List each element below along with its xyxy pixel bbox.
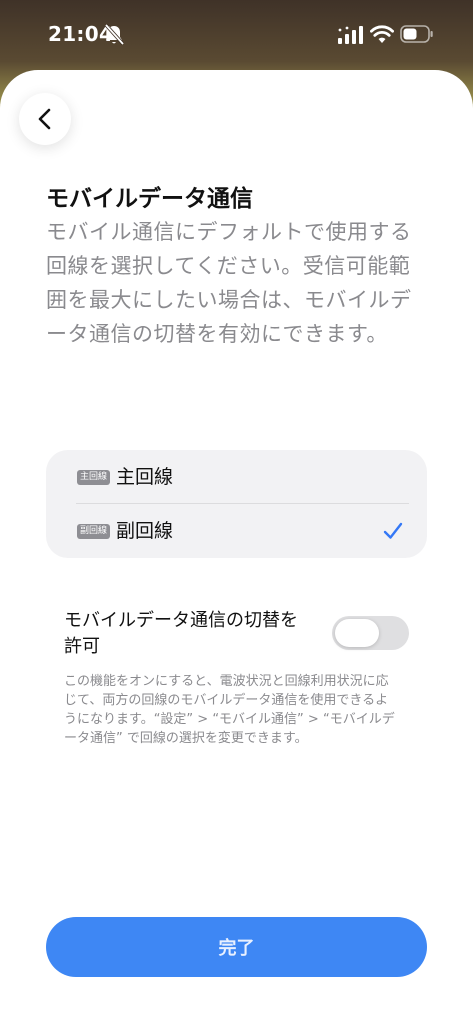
back-button[interactable]: [19, 93, 71, 145]
line-badge: 主回線: [77, 470, 111, 485]
status-bar: 21:04: [0, 0, 473, 70]
data-switching-toggle[interactable]: [332, 616, 409, 650]
line-label: 副回線: [116, 520, 174, 542]
line-option-secondary[interactable]: 副回線 副回線: [46, 504, 427, 558]
mute-bell-icon: [104, 24, 124, 46]
page-title: モバイルデータ通信: [46, 186, 253, 212]
line-badge: 副回線: [77, 524, 111, 539]
chevron-left-icon: [38, 108, 51, 130]
data-switching-label: モバイルデータ通信の切替を許可: [64, 610, 298, 657]
checkmark-icon: [383, 522, 403, 539]
data-switching-note: この機能をオンにすると、電波状況と回線利用状況に応じて、両方の回線のモバイルデー…: [64, 674, 395, 746]
cellular-signal-icon: [338, 26, 363, 44]
page-description: モバイル通信にデフォルトで使用する回線を選択してください。受信可能範囲を最大にし…: [46, 220, 412, 346]
line-option-primary[interactable]: 主回線 主回線: [46, 450, 427, 504]
done-button[interactable]: 完了: [46, 917, 427, 977]
toggle-knob: [335, 619, 379, 647]
line-selection-card: 主回線 主回線 副回線 副回線: [46, 450, 427, 558]
battery-icon: [400, 25, 433, 43]
wifi-icon: [370, 25, 394, 43]
line-label: 主回線: [116, 466, 174, 488]
